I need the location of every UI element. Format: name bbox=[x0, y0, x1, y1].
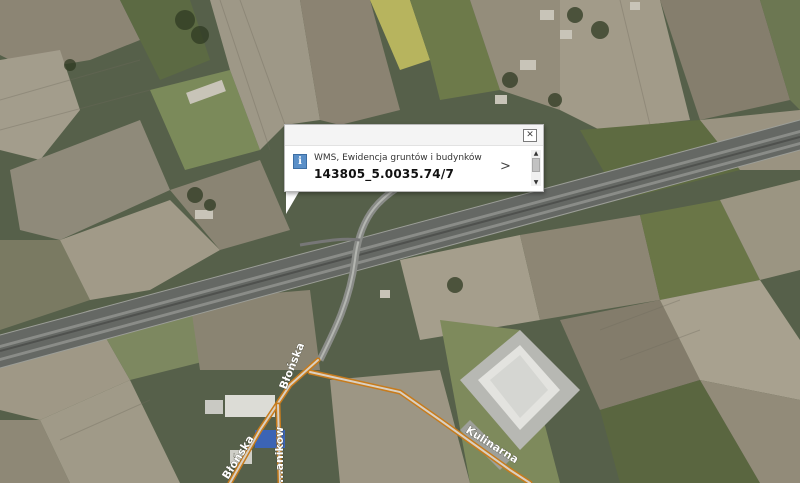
parcel-id: 143805_5.0035.74/7 bbox=[314, 167, 454, 181]
scroll-thumb[interactable] bbox=[532, 158, 540, 172]
popup-scrollbar[interactable]: ▲ ▼ bbox=[531, 150, 541, 186]
popup-pointer bbox=[286, 190, 300, 214]
aerial-basemap[interactable]: Błońska Kulinarna Błońska ...anikow bbox=[0, 0, 800, 483]
layer-name: WMS, Ewidencja gruntów i budynków bbox=[314, 153, 482, 163]
popup-body: i WMS, Ewidencja gruntów i budynków 1438… bbox=[285, 146, 543, 191]
close-icon[interactable]: ✕ bbox=[523, 129, 537, 142]
feature-info-popup: ✕ i WMS, Ewidencja gruntów i budynków 14… bbox=[284, 124, 544, 192]
popup-header: ✕ bbox=[285, 125, 543, 146]
next-result-button[interactable]: > bbox=[500, 159, 511, 174]
road-label-lower-street: ...anikow bbox=[273, 427, 286, 483]
scroll-down-icon[interactable]: ▼ bbox=[531, 179, 541, 186]
map-view[interactable]: Błońska Kulinarna Błońska ...anikow ✕ i … bbox=[0, 0, 800, 483]
info-icon: i bbox=[293, 154, 307, 169]
scroll-up-icon[interactable]: ▲ bbox=[531, 150, 541, 157]
